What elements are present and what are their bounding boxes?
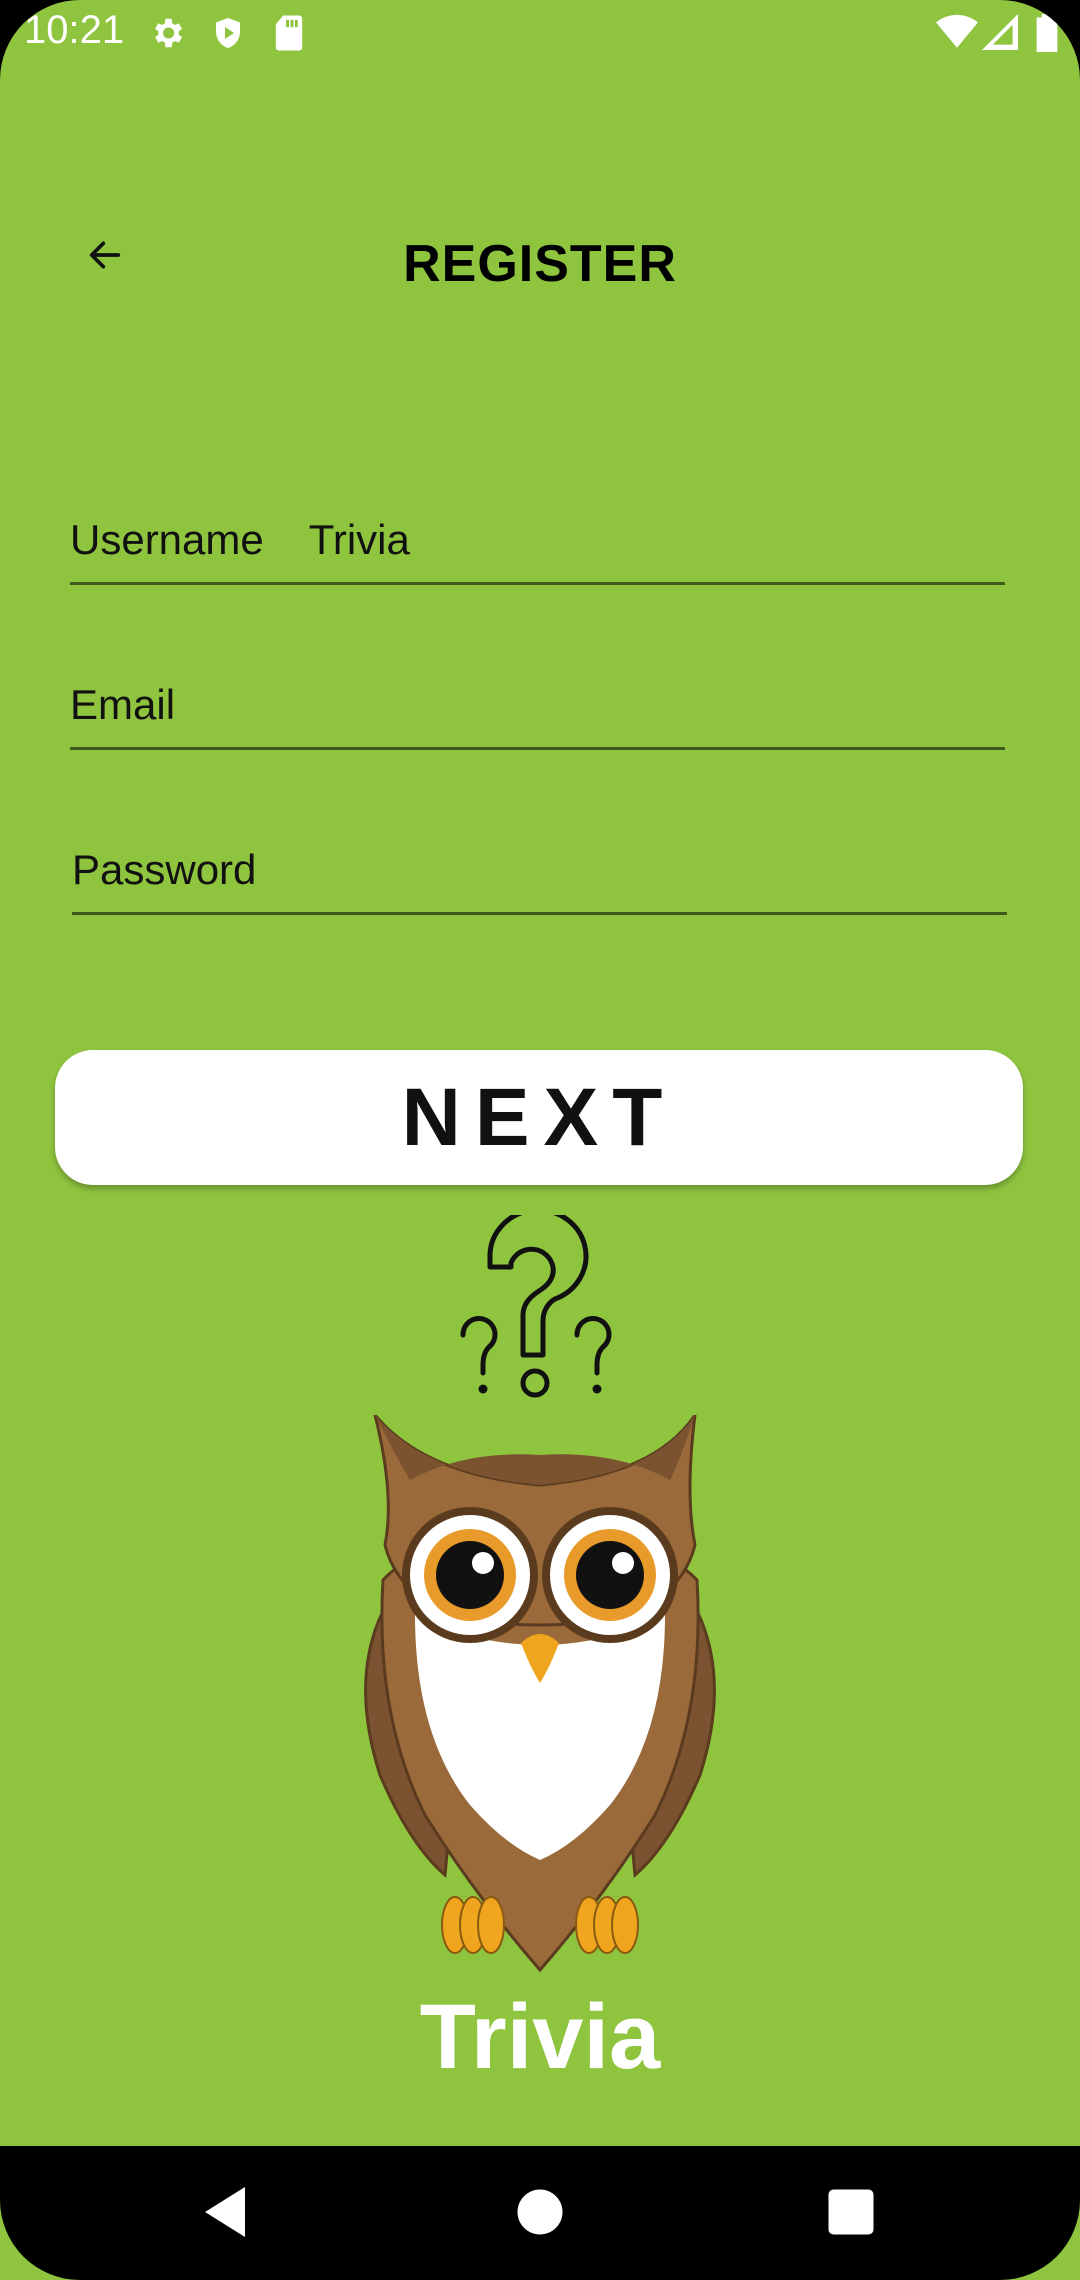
page-title: REGISTER [403, 235, 677, 293]
shield-icon [210, 14, 246, 57]
back-triangle-icon[interactable] [200, 2182, 250, 2247]
app-name: Trivia [419, 1986, 661, 2088]
register-screen: 10:21 REGISTER Username Trivia Email Pas… [0, 0, 1080, 2280]
username-label: Username [70, 516, 264, 563]
wifi-icon [936, 14, 978, 55]
username-value: Trivia [308, 516, 410, 563]
status-time: 10:21 [24, 8, 125, 52]
sd-card-icon [274, 14, 304, 57]
email-field[interactable]: Email [70, 670, 1005, 750]
question-marks-icon [455, 1207, 625, 1410]
battery-icon [1036, 14, 1058, 57]
password-field[interactable]: Password [72, 835, 1007, 915]
status-bar: 10:21 [0, 0, 1080, 66]
recents-square-icon[interactable] [826, 2182, 876, 2247]
username-field[interactable]: Username Trivia [70, 505, 1005, 585]
gear-icon [148, 14, 186, 57]
owl-illustration [355, 1414, 725, 1980]
navigation-bar [0, 2146, 1080, 2280]
email-label: Email [70, 681, 176, 728]
password-label: Password [72, 846, 257, 893]
next-button[interactable]: NEXT [55, 1050, 1023, 1185]
home-circle-icon[interactable] [515, 2182, 565, 2247]
signal-icon [982, 14, 1018, 55]
